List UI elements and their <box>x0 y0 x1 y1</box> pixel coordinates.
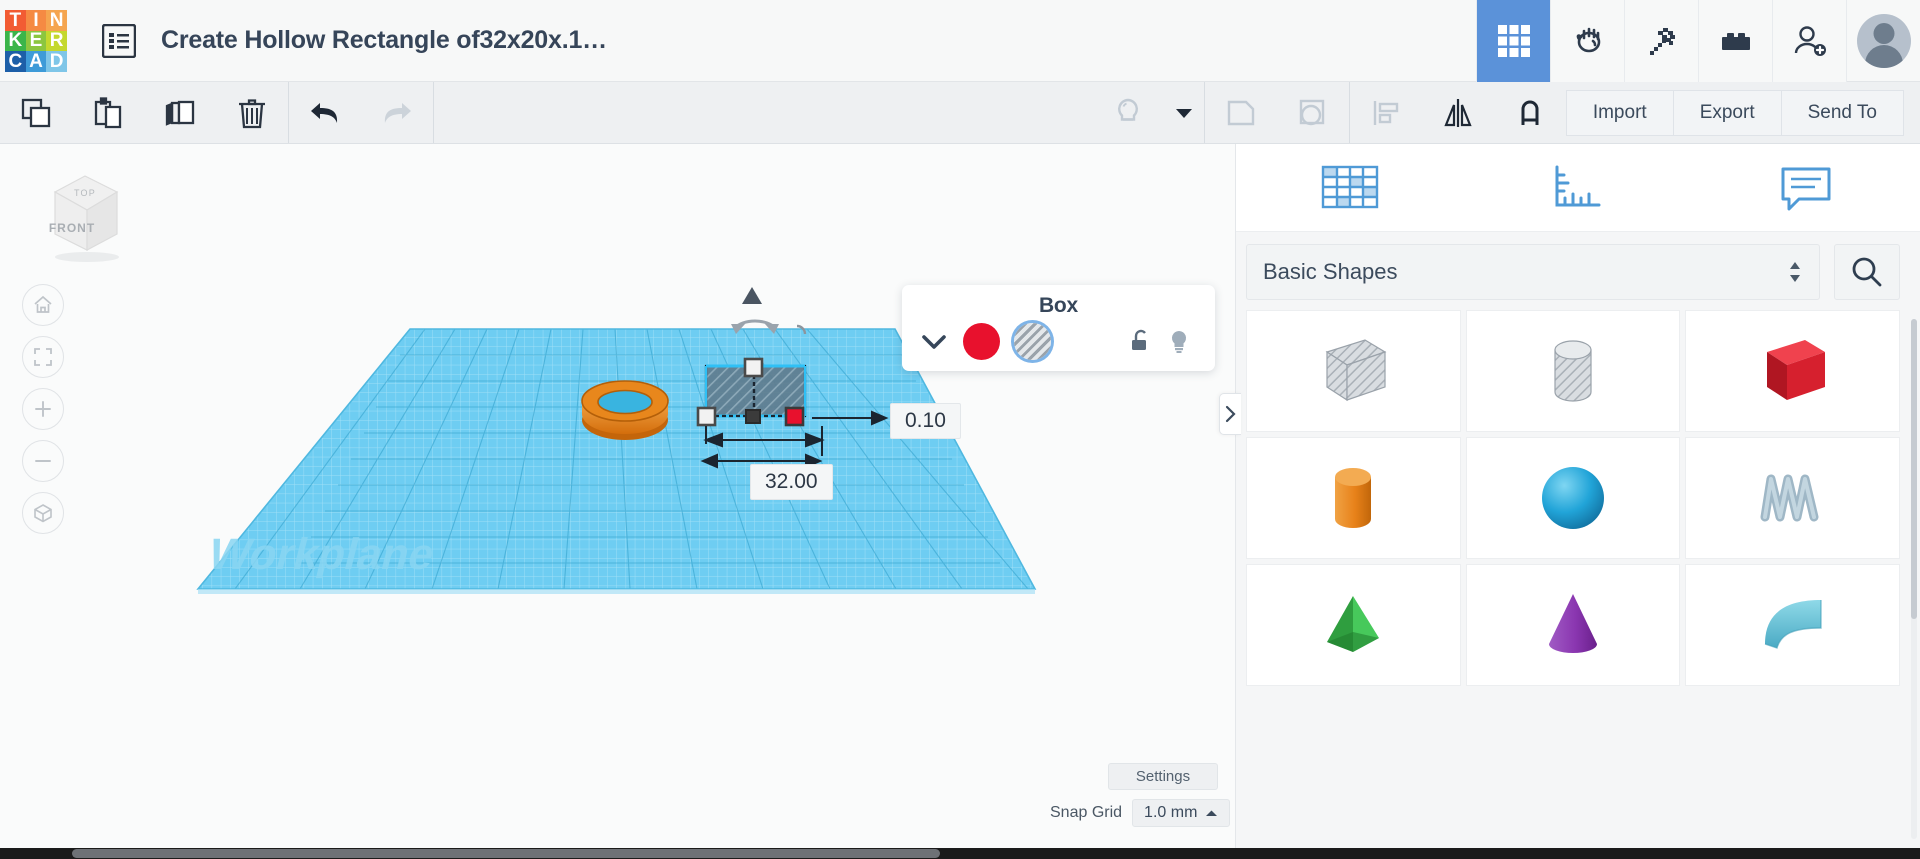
snap-grid-select[interactable]: 1.0 mm <box>1132 799 1231 827</box>
ruler-icon <box>1555 165 1601 206</box>
torus-object <box>581 380 669 440</box>
settings-button[interactable]: Settings <box>1108 763 1218 790</box>
tab-ruler[interactable] <box>1464 161 1692 215</box>
chevron-down-icon[interactable] <box>919 333 949 351</box>
top-icon-group <box>1476 0 1920 82</box>
ungroup-button[interactable] <box>1277 82 1349 143</box>
logo-tile-i: I <box>25 10 47 31</box>
center-resize-handle <box>745 409 761 424</box>
shape-sphere-blue[interactable] <box>1465 437 1681 559</box>
logo-tile-a: A <box>25 51 47 72</box>
workplane-canvas[interactable]: Workplane <box>0 144 1235 859</box>
blocks-hand-icon[interactable] <box>1550 0 1624 82</box>
right-resize-handle <box>784 406 805 427</box>
tinkercad-logo[interactable]: T I N K E R C A D <box>5 10 67 72</box>
solid-color-swatch[interactable] <box>963 323 1000 360</box>
chevron-right-icon <box>1225 405 1236 423</box>
search-button[interactable] <box>1834 244 1900 300</box>
caret-down-icon[interactable] <box>1164 82 1204 143</box>
copy-button[interactable] <box>0 82 72 143</box>
snap-grid-control: Snap Grid 1.0 mm <box>1050 799 1231 827</box>
shapes-panel: Basic Shapes <box>1235 144 1920 859</box>
top-resize-handle <box>743 357 764 378</box>
shape-inspector-title: Box <box>1038 294 1079 317</box>
shape-roof-teal[interactable] <box>1685 564 1900 686</box>
snap-grid-value: 1.0 mm <box>1144 804 1198 821</box>
page-scrollbar-thumb[interactable] <box>72 849 940 858</box>
document-title[interactable]: Create Hollow Rectangle of32x20x.1… <box>161 0 607 81</box>
snap-grid-label: Snap Grid <box>1050 804 1123 821</box>
add-user-icon[interactable] <box>1772 0 1846 82</box>
logo-tile-d: D <box>46 51 67 72</box>
shape-scribble[interactable] <box>1685 437 1900 559</box>
logo-tile-c: C <box>5 51 26 72</box>
hole-swatch[interactable] <box>1014 323 1051 360</box>
search-icon <box>1852 257 1882 287</box>
tab-shapes-grid[interactable] <box>1236 161 1464 215</box>
shape-pyramid-green[interactable] <box>1246 564 1461 686</box>
tab-notes[interactable] <box>1692 161 1920 215</box>
left-resize-handle <box>696 406 717 427</box>
page-horizontal-scrollbar[interactable] <box>0 848 1920 859</box>
shape-cylinder-hole[interactable] <box>1465 310 1681 432</box>
updown-caret-icon <box>1790 262 1800 282</box>
shape-box-red[interactable] <box>1685 310 1900 432</box>
undo-button[interactable] <box>289 82 361 143</box>
list-menu-icon[interactable] <box>93 0 145 81</box>
shape-box-hole[interactable] <box>1246 310 1461 432</box>
workplane-label: Workplane <box>204 531 440 579</box>
3d-viewport[interactable]: TOP FRONT Workplane 0.10 32.00 Box Setti… <box>0 144 1235 859</box>
shape-category-value: Basic Shapes <box>1263 259 1398 284</box>
file-actions-group: Import Export Send To <box>1565 82 1920 143</box>
shapes-search-row: Basic Shapes <box>1236 232 1920 310</box>
shapes-grid <box>1236 310 1920 686</box>
logo-tile-n: N <box>46 10 67 31</box>
group-button[interactable] <box>1205 82 1277 143</box>
unlocked-padlock-icon[interactable] <box>1122 329 1160 355</box>
import-button[interactable]: Import <box>1565 89 1674 136</box>
redo-button[interactable] <box>361 82 433 143</box>
align-button[interactable] <box>1350 82 1422 143</box>
shapes-scrollbar-track[interactable] <box>1911 319 1917 839</box>
shapes-scrollbar-thumb[interactable] <box>1911 319 1917 619</box>
avatar <box>1856 14 1911 68</box>
logo-tile-e: E <box>25 30 47 52</box>
clipboard-button-group <box>0 82 288 143</box>
shape-category-select[interactable]: Basic Shapes <box>1246 244 1820 300</box>
top-bar-spacer <box>607 0 1476 81</box>
pickaxe-minecraft-icon[interactable] <box>1624 0 1698 82</box>
shape-cylinder-orange[interactable] <box>1246 437 1461 559</box>
logo-tile-k: K <box>5 30 26 52</box>
lego-brick-icon[interactable] <box>1698 0 1772 82</box>
logo-tile-r: R <box>46 30 67 52</box>
delete-button[interactable] <box>216 82 288 143</box>
mirror-button[interactable] <box>1422 82 1494 143</box>
shape-inspector-panel: Box <box>902 285 1215 371</box>
grid-view-icon[interactable] <box>1476 0 1550 82</box>
top-bar: T I N K E R C A D Create Hollow Rectangl… <box>0 0 1920 82</box>
magnet-icon[interactable] <box>1494 82 1566 143</box>
paste-button[interactable] <box>72 82 144 143</box>
collapse-panel-button[interactable] <box>1219 393 1241 435</box>
caret-up-icon <box>1206 810 1218 816</box>
grid-shapes-icon <box>1321 165 1379 208</box>
lightbulb-icon[interactable] <box>1160 329 1198 355</box>
history-button-group <box>289 82 433 143</box>
export-button[interactable]: Export <box>1673 89 1782 136</box>
width-dimension-label[interactable]: 32.00 <box>750 464 833 500</box>
logo-tile-t: T <box>5 10 26 31</box>
light-toggle-button[interactable] <box>1092 82 1164 143</box>
shape-cone-purple[interactable] <box>1465 564 1681 686</box>
send-to-button[interactable]: Send To <box>1781 89 1904 136</box>
user-avatar-button[interactable] <box>1846 0 1920 82</box>
duplicate-button[interactable] <box>144 82 216 143</box>
shape-inspector-row <box>902 318 1215 371</box>
height-arrow-handle <box>742 287 762 304</box>
edit-toolbar: Import Export Send To <box>0 82 1920 144</box>
height-dimension-label[interactable]: 0.10 <box>890 403 961 439</box>
note-bubble-icon <box>1781 167 1831 210</box>
shapes-panel-tabs <box>1236 144 1920 232</box>
